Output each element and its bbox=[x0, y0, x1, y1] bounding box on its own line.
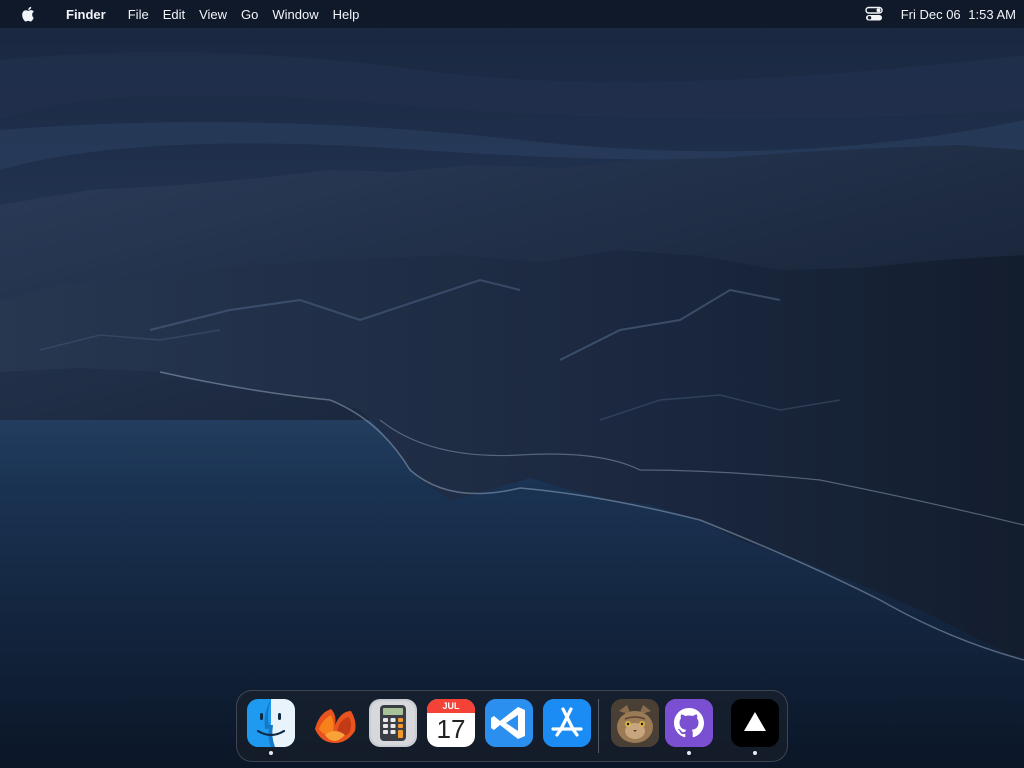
dock: JUL 17 bbox=[236, 690, 788, 762]
dock-divider bbox=[598, 699, 599, 753]
finder-icon bbox=[247, 699, 295, 747]
calculator-icon bbox=[369, 699, 417, 747]
dock-app-vscode[interactable] bbox=[485, 699, 533, 747]
menu-view[interactable]: View bbox=[199, 7, 227, 22]
desktop: Finder File Edit View Go Window Help Fri… bbox=[0, 0, 1024, 768]
menu-file[interactable]: File bbox=[128, 7, 149, 22]
dock-app-calculator[interactable] bbox=[369, 699, 417, 747]
dock-app-finder[interactable] bbox=[247, 699, 295, 755]
control-center-icon[interactable] bbox=[865, 6, 883, 22]
menu-clock[interactable]: Fri Dec 06 1:53 AM bbox=[897, 7, 1016, 22]
cat-avatar-icon bbox=[611, 699, 659, 747]
menu-window[interactable]: Window bbox=[272, 7, 318, 22]
running-indicator bbox=[687, 751, 691, 755]
menu-go[interactable]: Go bbox=[241, 7, 258, 22]
menu-edit[interactable]: Edit bbox=[163, 7, 185, 22]
clock-date: Fri Dec 06 bbox=[900, 6, 961, 22]
vercel-icon bbox=[731, 699, 779, 747]
vscode-icon bbox=[485, 699, 533, 747]
github-icon bbox=[665, 699, 713, 747]
running-indicator bbox=[269, 751, 273, 755]
macos-ventura-icon bbox=[311, 699, 359, 747]
menu-app-name[interactable]: Finder bbox=[66, 7, 106, 22]
running-indicator bbox=[753, 751, 757, 755]
dock-app-github[interactable] bbox=[665, 699, 713, 755]
menu-help[interactable]: Help bbox=[333, 7, 360, 22]
menu-extras: Fri Dec 06 1:53 AM bbox=[865, 0, 1016, 28]
dock-app-vercel[interactable] bbox=[731, 699, 779, 755]
dock-app-cat[interactable] bbox=[611, 699, 659, 747]
wallpaper bbox=[0, 0, 1024, 768]
clock-time: 1:53 AM bbox=[968, 6, 1016, 22]
apple-logo-icon[interactable] bbox=[20, 5, 36, 23]
menu-bar: Finder File Edit View Go Window Help Fri… bbox=[0, 0, 1024, 28]
calendar-icon: JUL 17 bbox=[427, 699, 475, 747]
dock-app-macos-ventura[interactable] bbox=[311, 699, 359, 747]
app-store-icon bbox=[543, 699, 591, 747]
calendar-day: 17 bbox=[436, 714, 466, 744]
calendar-month: JUL bbox=[427, 699, 475, 713]
dock-app-app-store[interactable] bbox=[543, 699, 591, 747]
dock-app-calendar[interactable]: JUL 17 bbox=[427, 699, 475, 747]
